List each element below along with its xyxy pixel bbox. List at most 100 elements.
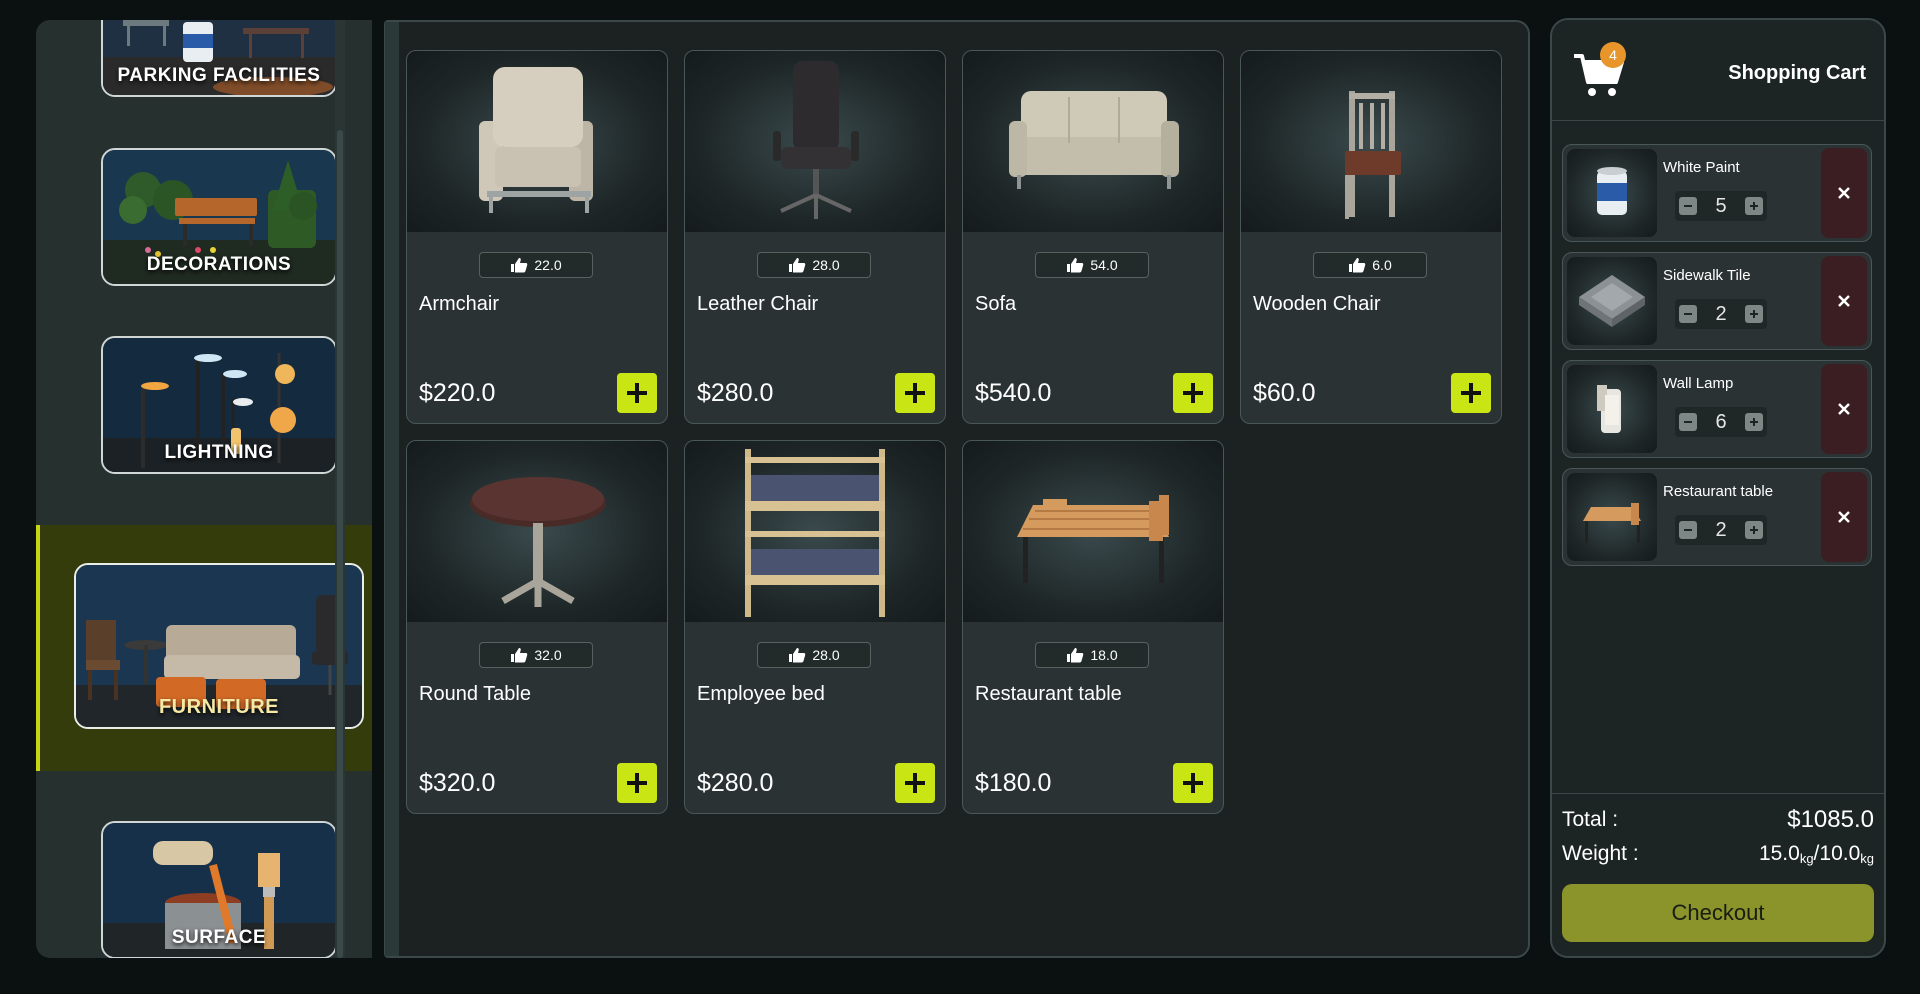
product-price: $60.0 [1253, 379, 1316, 407]
category-furniture[interactable]: FURNITURE [74, 563, 364, 729]
cart-item-image [1567, 149, 1657, 237]
increment-button[interactable] [1745, 521, 1763, 539]
quantity-value: 2 [1715, 518, 1727, 541]
plus-icon [1750, 526, 1758, 534]
cart-title: Shopping Cart [1728, 62, 1866, 84]
category-label: FURNITURE [158, 696, 280, 718]
add-to-cart-button[interactable] [617, 373, 657, 413]
close-icon [1838, 403, 1850, 415]
product-image-restaurant-table [963, 441, 1223, 622]
product-card-armchair: 22.0 Armchair $220.0 [406, 50, 668, 424]
product-name: Restaurant table [975, 683, 1122, 705]
product-grid-scrollbar[interactable] [385, 22, 399, 956]
product-price: $320.0 [419, 769, 496, 797]
add-to-cart-button[interactable] [1173, 763, 1213, 803]
sidebar-scrollbar-thumb[interactable] [337, 130, 343, 958]
cart-item-name: White Paint [1663, 159, 1740, 176]
thumbs-up-icon [511, 258, 528, 273]
cart-item-name: Restaurant table [1663, 483, 1774, 500]
decrement-button[interactable] [1679, 413, 1697, 431]
weight-label: Weight : [1562, 842, 1639, 865]
product-price: $280.0 [697, 769, 774, 797]
decrement-button[interactable] [1679, 197, 1697, 215]
close-icon [1838, 187, 1850, 199]
cart-item-name: Wall Lamp [1663, 375, 1734, 392]
plus-icon [1750, 310, 1758, 318]
product-price: $180.0 [975, 769, 1052, 797]
cart-footer: Total : $1085.0 Weight : 15.0kg/10.0kg C… [1552, 793, 1884, 956]
increment-button[interactable] [1745, 305, 1763, 323]
category-label: DECORATIONS [146, 254, 292, 275]
close-icon [1838, 511, 1850, 523]
add-to-cart-button[interactable] [895, 373, 935, 413]
increment-button[interactable] [1745, 197, 1763, 215]
cart-item-image [1567, 365, 1657, 453]
minus-icon [1684, 205, 1692, 207]
plus-icon [627, 773, 647, 793]
likes-badge: 32.0 [479, 642, 593, 668]
increment-button[interactable] [1745, 413, 1763, 431]
product-card-restaurant-table: 18.0 Restaurant table $180.0 [962, 440, 1224, 814]
minus-icon [1684, 421, 1692, 423]
remove-item-button[interactable] [1821, 472, 1867, 562]
thumbs-up-icon [1067, 258, 1084, 273]
product-name: Round Table [419, 683, 531, 705]
add-to-cart-button[interactable] [1173, 373, 1213, 413]
thumbs-up-icon [1349, 258, 1366, 273]
plus-icon [1461, 383, 1481, 403]
product-image-sofa [963, 51, 1223, 232]
product-name: Employee bed [697, 683, 825, 705]
product-image-leather-chair [685, 51, 945, 232]
likes-badge: 18.0 [1035, 642, 1149, 668]
decrement-button[interactable] [1679, 521, 1697, 539]
cart-item-white-paint: White Paint 5 [1562, 144, 1872, 242]
likes-badge: 28.0 [757, 252, 871, 278]
sidebar-scrollbar[interactable] [335, 20, 345, 958]
likes-count: 6.0 [1372, 257, 1392, 273]
remove-item-button[interactable] [1821, 148, 1867, 238]
close-icon [1838, 295, 1850, 307]
product-name: Leather Chair [697, 293, 819, 315]
category-parking-facilities[interactable]: PARKING FACILITIES [101, 20, 337, 97]
category-surface[interactable]: SURFACE [101, 821, 337, 958]
add-to-cart-button[interactable] [1451, 373, 1491, 413]
quantity-value: 5 [1715, 194, 1727, 217]
product-card-employee-bed: 28.0 Employee bed $280.0 [684, 440, 946, 814]
remove-item-button[interactable] [1821, 256, 1867, 346]
category-label: PARKING FACILITIES [117, 65, 321, 86]
total-label: Total : [1562, 808, 1619, 831]
quantity-value: 6 [1715, 410, 1727, 433]
minus-icon [1684, 313, 1692, 315]
likes-badge: 6.0 [1313, 252, 1427, 278]
product-name: Armchair [419, 293, 500, 315]
weight-value: 15.0kg/10.0kg [1758, 842, 1874, 866]
quantity-stepper: 6 [1675, 407, 1767, 437]
likes-badge: 28.0 [757, 642, 871, 668]
thumbs-up-icon [789, 258, 806, 273]
weight-max: 10.0 [1819, 842, 1861, 865]
add-to-cart-button[interactable] [895, 763, 935, 803]
category-lightning[interactable]: LIGHTNING [101, 336, 337, 474]
cart-count-badge: 4 [1600, 42, 1626, 68]
weight-unit: kg [1799, 851, 1814, 866]
add-to-cart-button[interactable] [617, 763, 657, 803]
product-card-sofa: 54.0 Sofa $540.0 [962, 50, 1224, 424]
category-decorations[interactable]: DECORATIONS [101, 148, 337, 286]
product-card-wooden-chair: 6.0 Wooden Chair $60.0 [1240, 50, 1502, 424]
category-sidebar: PARKING FACILITIES DECORATIONS LIGHTNING… [36, 20, 372, 958]
product-price: $540.0 [975, 379, 1052, 407]
cart-item-name: Sidewalk Tile [1663, 267, 1751, 284]
likes-badge: 22.0 [479, 252, 593, 278]
product-name: Wooden Chair [1253, 293, 1381, 315]
plus-icon [905, 773, 925, 793]
cart-item-restaurant-table: Restaurant table 2 [1562, 468, 1872, 566]
likes-count: 28.0 [812, 647, 840, 663]
weight-current: 15.0 [1758, 842, 1800, 865]
decrement-button[interactable] [1679, 305, 1697, 323]
category-label: SURFACE [171, 927, 267, 948]
checkout-button[interactable]: Checkout [1562, 884, 1874, 942]
plus-icon [1183, 383, 1203, 403]
remove-item-button[interactable] [1821, 364, 1867, 454]
weight-unit: kg [1860, 851, 1874, 866]
product-name: Sofa [975, 293, 1017, 315]
